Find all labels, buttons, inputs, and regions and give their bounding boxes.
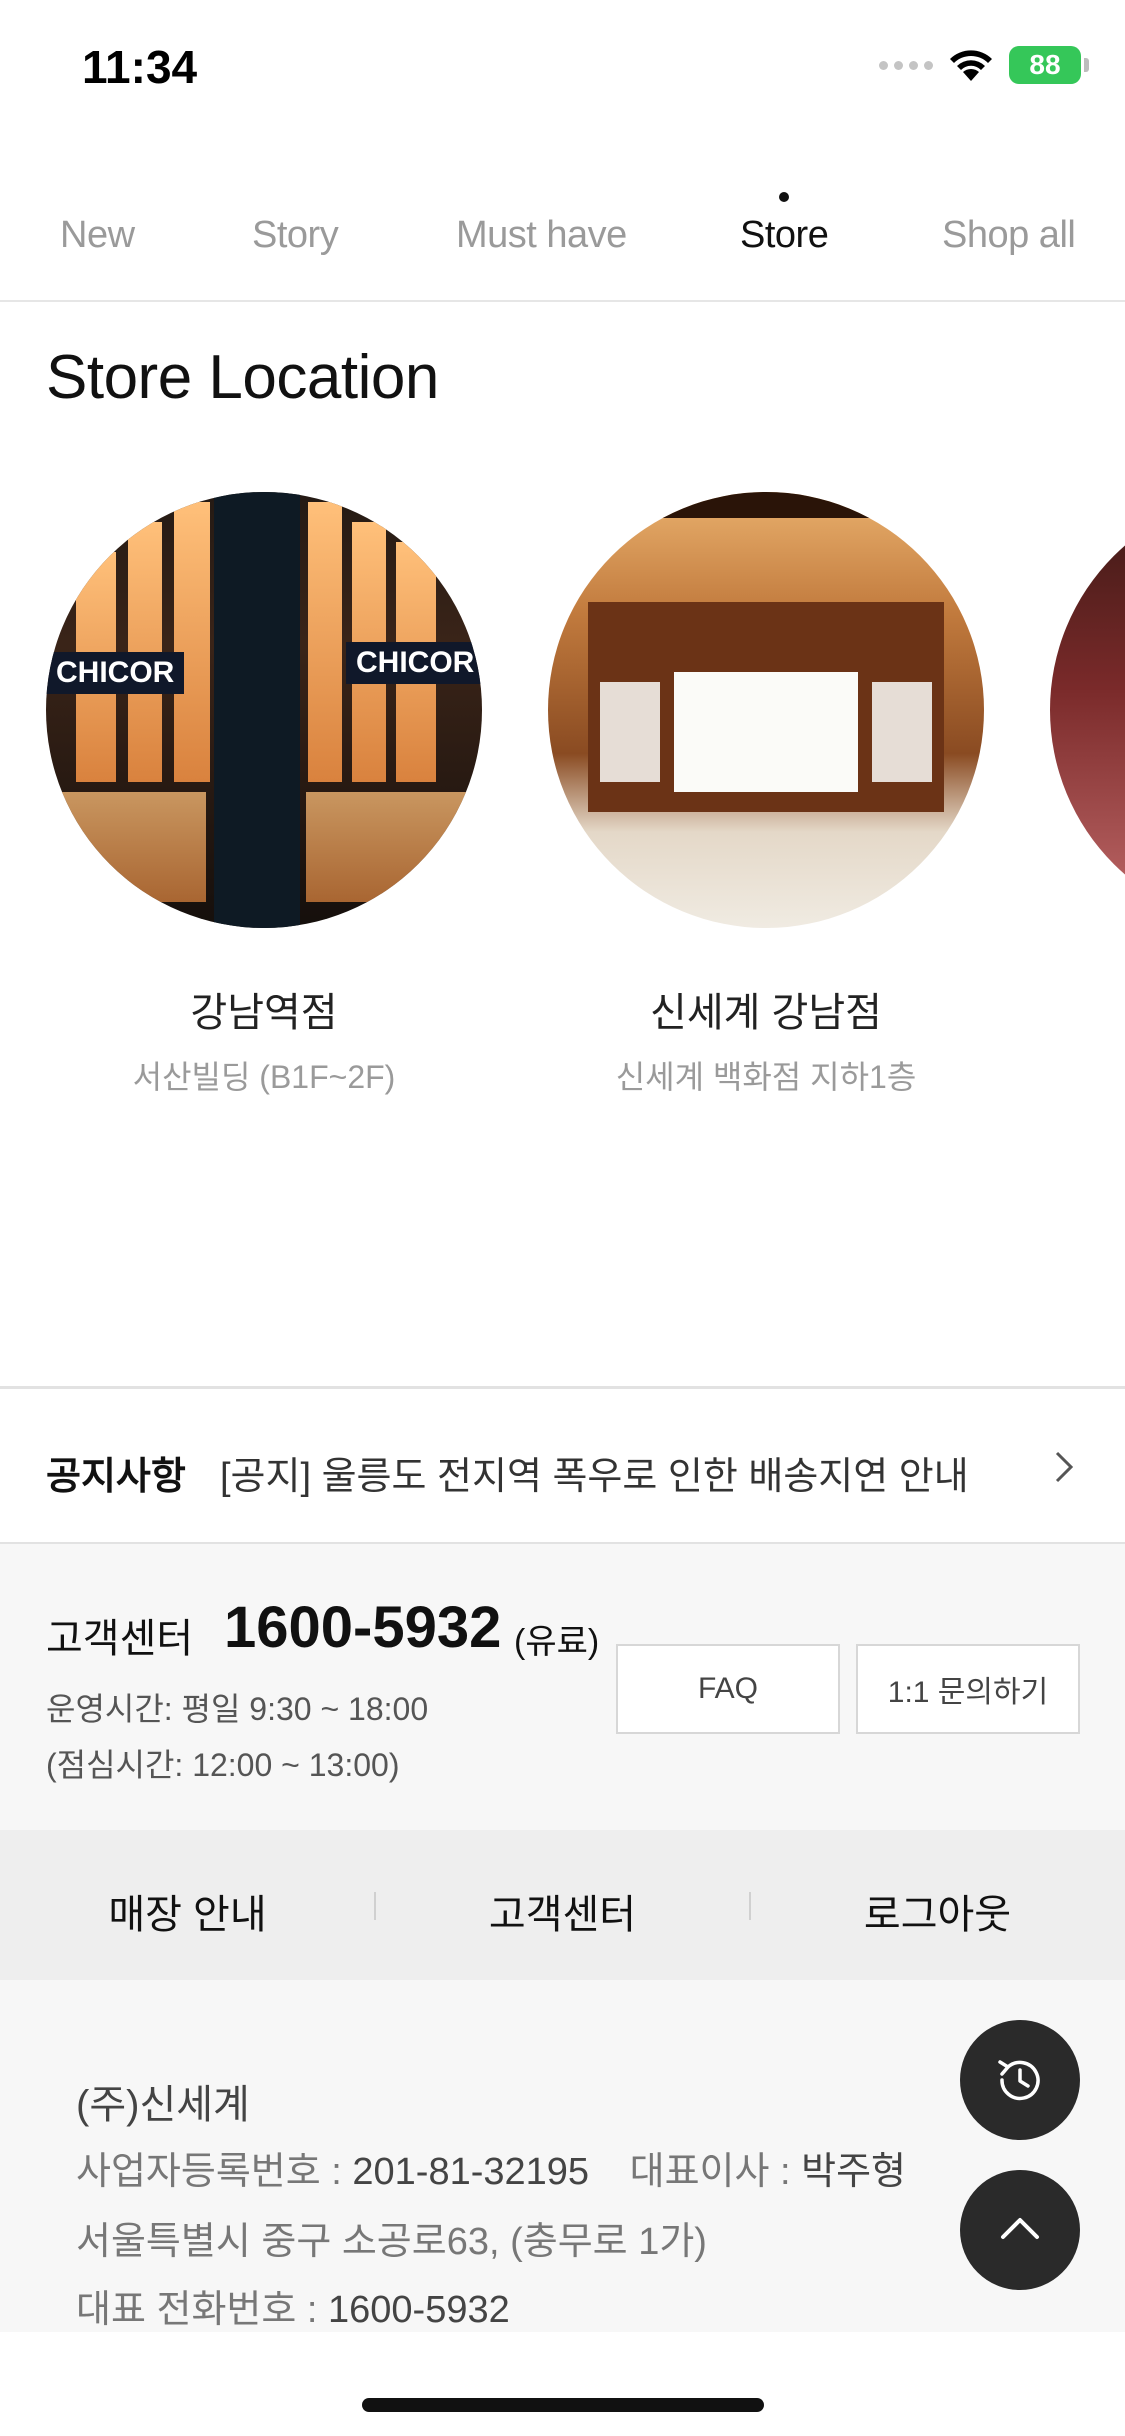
chevron-right-icon	[1055, 1451, 1074, 1483]
store-sign: CHICOR	[548, 492, 984, 518]
tab-shop-all[interactable]: Shop all	[942, 214, 1076, 257]
footer-logout-link[interactable]: 로그아웃	[750, 1882, 1125, 1940]
active-tab-indicator	[779, 192, 790, 202]
notice-text: [공지] 울릉도 전지역 폭우로 인한 배송지연 안내	[220, 1456, 969, 1498]
footer-customer-center-link[interactable]: 고객센터	[375, 1882, 750, 1940]
footer-nav: 매장 안내 고객센터 로그아웃	[0, 1830, 1125, 1980]
store-subtitle: 서산빌딩 (B1F~2F)	[132, 1059, 396, 1095]
tab-store[interactable]: Store	[740, 192, 829, 257]
section-title: Store Location	[46, 343, 439, 412]
cellular-signal-icon	[879, 60, 933, 70]
company-address: 서울특별시 중구 소공로63, (충무로 1가)	[76, 2221, 707, 2263]
history-icon	[998, 2060, 1040, 2101]
cs-lunch: (점심시간: 12:00 ~ 13:00)	[46, 1747, 400, 1783]
tel-number: 1600-5932	[328, 2289, 510, 2331]
wifi-icon	[950, 50, 992, 81]
notice-bar[interactable]: 공지사항 [공지] 울릉도 전지역 폭우로 인한 배송지연 안내	[0, 1386, 1125, 1544]
tab-must-have[interactable]: Must have	[456, 214, 627, 257]
cs-paid-note: (유료)	[514, 1623, 600, 1661]
ceo-label: 대표이사 :	[629, 2151, 802, 2193]
cs-hours: 운영시간: 평일 9:30 ~ 18:00	[46, 1691, 429, 1727]
store-name: 강남역점	[190, 991, 338, 1035]
reg-label: 사업자등록번호 :	[76, 2151, 353, 2193]
cs-phone: 1600-5932	[224, 1595, 502, 1660]
scroll-to-top-button[interactable]	[960, 2170, 1080, 2290]
tab-store-label: Store	[740, 214, 829, 256]
tel-label: 대표 전화번호 :	[76, 2289, 328, 2331]
footer-store-info-link[interactable]: 매장 안내	[0, 1882, 375, 1940]
notice-label: 공지사항	[46, 1456, 186, 1498]
store-photo: CHICOR CHICOR	[46, 492, 482, 928]
store-sign: CHICOR	[46, 652, 185, 694]
cs-label: 고객센터	[46, 1617, 194, 1661]
status-icons: 88	[879, 46, 1089, 84]
tab-new[interactable]: New	[60, 214, 135, 257]
ceo-name: 박주형	[801, 2151, 907, 2193]
status-time: 11:34	[82, 41, 198, 93]
store-name: 신세계 강남점	[650, 991, 882, 1035]
inquiry-button[interactable]: 1:1 문의하기	[856, 1644, 1080, 1734]
chevron-up-icon	[1001, 2218, 1039, 2239]
store-photo	[1050, 492, 1125, 928]
customer-center: 고객센터 1600-5932 (유료) 운영시간: 평일 9:30 ~ 18:0…	[0, 1544, 1125, 1830]
store-card[interactable]: CHICOR 신세계 강남점 신세계 백화점 지하1층	[548, 492, 984, 1095]
company-registration: 사업자등록번호 : 201-81-32195 대표이사 : 박주형	[76, 2140, 906, 2195]
company-info: (주)신세계 사업자등록번호 : 201-81-32195 대표이사 : 박주형…	[0, 1980, 1125, 2332]
battery-level: 88	[1029, 49, 1061, 80]
category-tabs: New Story Must have Store Shop all	[0, 180, 1125, 302]
store-sign: CHICOR	[346, 642, 482, 684]
recent-history-button[interactable]	[960, 2020, 1080, 2140]
home-indicator[interactable]	[362, 2398, 764, 2412]
status-bar: 11:34 88	[0, 0, 1125, 140]
store-card[interactable]: CHICOR CHICOR 강남역점 서산빌딩 (B1F~2F)	[46, 492, 482, 1095]
store-subtitle: 신세계 백화점 지하1층	[615, 1059, 917, 1095]
store-card-partial[interactable]	[1050, 492, 1125, 928]
store-photo: CHICOR	[548, 492, 984, 928]
company-tel: 대표 전화번호 : 1600-5932	[76, 2278, 510, 2333]
battery-icon: 88	[1009, 46, 1089, 84]
faq-button[interactable]: FAQ	[616, 1644, 840, 1734]
reg-number: 201-81-32195	[352, 2151, 590, 2193]
tab-story[interactable]: Story	[252, 214, 339, 257]
company-name: (주)신세계	[76, 2083, 250, 2127]
